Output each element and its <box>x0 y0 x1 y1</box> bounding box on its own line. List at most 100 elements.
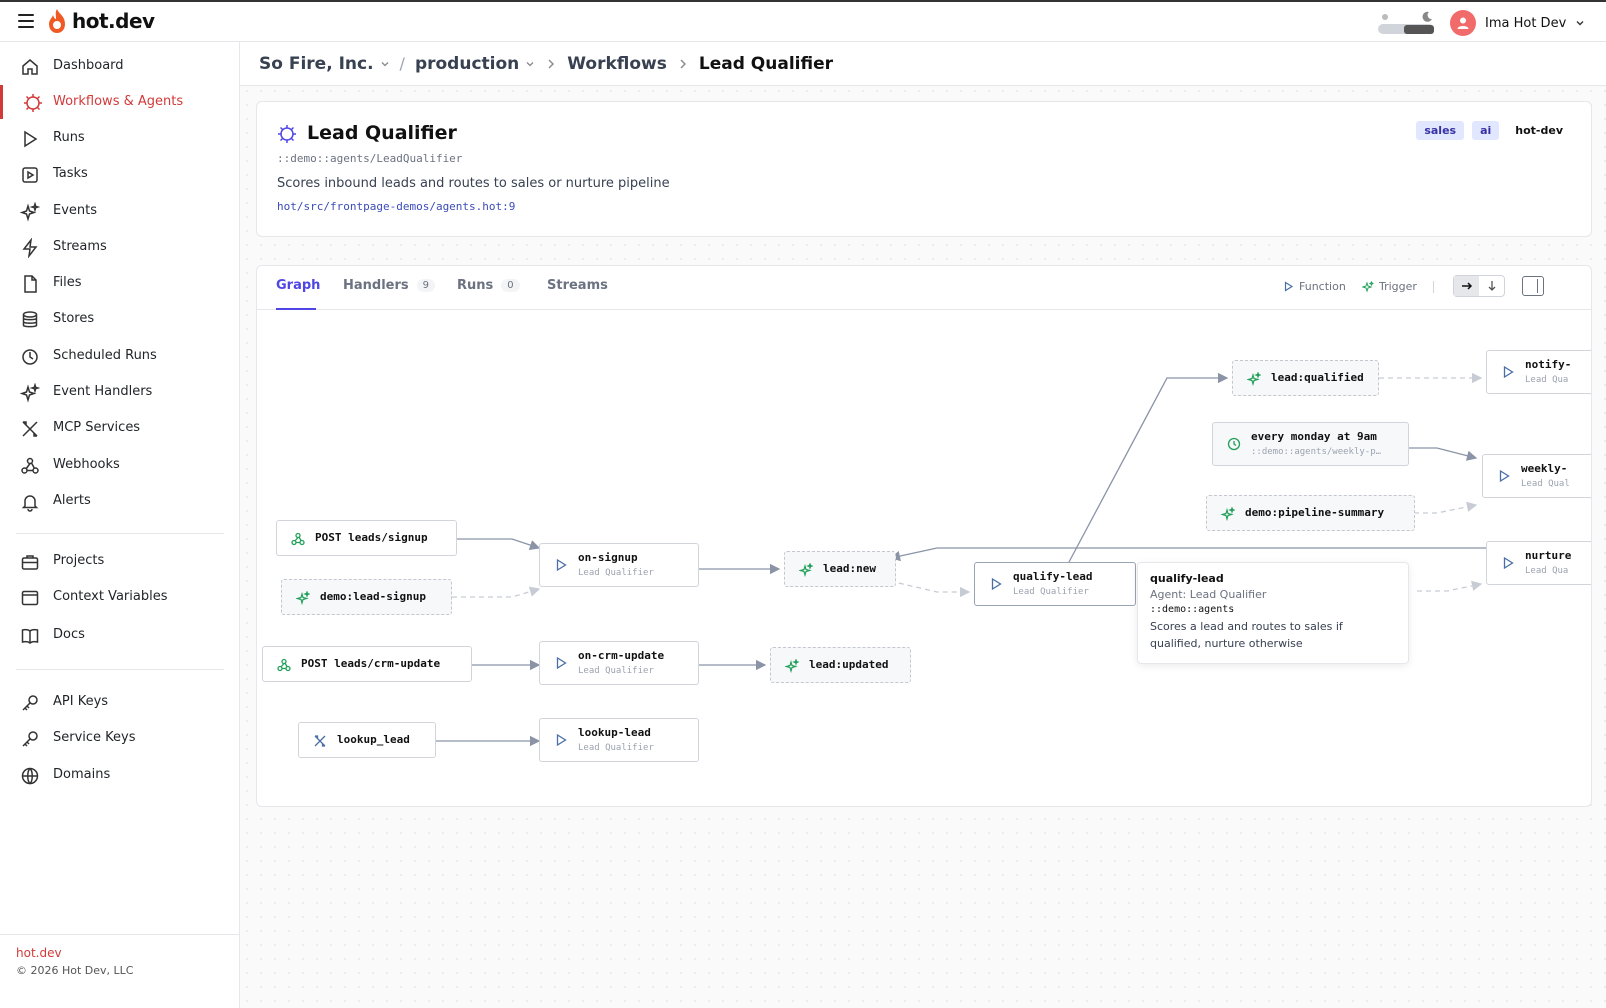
flame-icon <box>49 9 65 33</box>
play-icon <box>1503 556 1514 570</box>
webhook-icon <box>291 532 305 546</box>
tab-runs[interactable]: Runs 0 <box>457 278 520 293</box>
sidebar-item-event-handlers[interactable]: Event Handlers <box>0 375 239 409</box>
node-lead-updated[interactable]: lead:updated <box>770 647 911 683</box>
sidebar-item-api-keys[interactable]: API Keys <box>0 685 239 719</box>
tools-icon <box>20 419 40 439</box>
breadcrumb-env[interactable]: production <box>415 54 535 74</box>
sidebar-item-mcp-services[interactable]: MCP Services <box>0 411 239 445</box>
play-icon <box>1284 281 1294 292</box>
layout-vertical-button[interactable] <box>1479 276 1504 296</box>
node-label: POST leads/signup <box>315 531 428 544</box>
sidebar-item-webhooks[interactable]: Webhooks <box>0 448 239 482</box>
sidebar-item-domains[interactable]: Domains <box>0 758 239 792</box>
runs-count: 0 <box>501 279 520 292</box>
node-label: lookup_lead <box>337 733 410 746</box>
tooltip-agent: Agent: Lead Qualifier <box>1150 588 1267 601</box>
tab-label: Streams <box>547 278 608 293</box>
node-lookup-lead-tool[interactable]: lookup_lead <box>298 722 436 758</box>
sidebar-item-runs[interactable]: Runs <box>0 121 239 155</box>
main-content: So Fire, Inc. / production Workflows Lea… <box>240 42 1606 1008</box>
node-every-monday[interactable]: every monday at 9am ::demo::agents/weekl… <box>1212 422 1409 466</box>
play-icon <box>556 558 567 572</box>
node-nurture[interactable]: nurture Lead Qua <box>1486 541 1591 585</box>
node-lead-new[interactable]: lead:new <box>784 551 896 587</box>
layout-horizontal-button[interactable] <box>1454 276 1479 296</box>
tab-graph[interactable]: Graph <box>276 278 320 293</box>
graph-canvas[interactable]: POST leads/signup demo:lead-signup POST … <box>257 310 1591 806</box>
breadcrumb: So Fire, Inc. / production Workflows Lea… <box>240 42 1606 86</box>
tag-hot-dev[interactable]: hot-dev <box>1507 121 1571 140</box>
node-tooltip: qualify-lead Agent: Lead Qualifier ::dem… <box>1137 562 1409 664</box>
sparkle-icon <box>1221 507 1235 521</box>
node-pipeline-summary[interactable]: demo:pipeline-summary <box>1206 495 1415 531</box>
edge <box>1417 580 1483 592</box>
side-panel-toggle-icon[interactable] <box>1522 276 1544 296</box>
node-on-signup[interactable]: on-signup Lead Qualifier <box>539 543 699 587</box>
node-demo-lead-signup[interactable]: demo:lead-signup <box>281 579 452 615</box>
sparkle-icon <box>296 591 310 605</box>
node-lead-qualified[interactable]: lead:qualified <box>1232 360 1379 396</box>
sidebar-item-dashboard[interactable]: Dashboard <box>0 49 239 83</box>
node-label: lead:qualified <box>1271 371 1364 384</box>
source-link[interactable]: hot/src/frontpage-demos/agents.hot:9 <box>277 200 515 213</box>
sparkle-icon <box>1362 280 1374 293</box>
tag-ai[interactable]: ai <box>1472 121 1500 140</box>
sidebar-item-docs[interactable]: Docs <box>0 618 239 652</box>
breadcrumb-env-label: production <box>414 53 520 74</box>
legend-trigger: Trigger <box>1362 280 1417 293</box>
sidebar-item-streams[interactable]: Streams <box>0 230 239 264</box>
node-on-crm-update[interactable]: on-crm-update Lead Qualifier <box>539 641 699 685</box>
node-label: lead:updated <box>809 658 889 671</box>
sparkle-icon <box>20 202 40 222</box>
window-icon <box>20 588 40 608</box>
logo[interactable]: hot.dev <box>46 8 155 34</box>
play-icon <box>1499 469 1510 483</box>
user-menu[interactable]: Ima Hot Dev <box>1450 10 1585 36</box>
sparkle-icon <box>785 659 799 673</box>
top-bar: hot.dev Ima Hot Dev <box>0 0 1606 42</box>
tab-bar: Graph Handlers 9 Runs 0 Streams Function T… <box>257 266 1591 310</box>
node-sublabel: Lead Qualifier <box>578 743 654 753</box>
edge <box>457 538 541 551</box>
sparkle-icon <box>799 563 813 577</box>
node-weekly[interactable]: weekly- Lead Qual <box>1482 454 1591 498</box>
breadcrumb-workflows[interactable]: Workflows <box>567 54 667 74</box>
sidebar-item-label: Streams <box>53 239 107 254</box>
sidebar-item-tasks[interactable]: Tasks <box>0 157 239 191</box>
node-post-signup[interactable]: POST leads/signup <box>276 520 457 556</box>
breadcrumb-org-label: So Fire, Inc. <box>259 53 374 74</box>
sidebar-item-service-keys[interactable]: Service Keys <box>0 721 239 755</box>
database-icon <box>20 310 40 330</box>
sidebar-item-context-variables[interactable]: Context Variables <box>0 580 239 614</box>
sidebar-item-stores[interactable]: Stores <box>0 302 239 336</box>
footer-copyright: © 2026 Hot Dev, LLC <box>16 964 134 977</box>
breadcrumb-org[interactable]: So Fire, Inc. <box>259 54 390 74</box>
edge <box>1401 447 1478 461</box>
sidebar-item-label: MCP Services <box>53 420 141 435</box>
sidebar-item-projects[interactable]: Projects <box>0 544 239 578</box>
page-title: Lead Qualifier <box>307 122 457 144</box>
tab-label: Runs <box>457 278 494 293</box>
sidebar-item-events[interactable]: Events <box>0 194 239 228</box>
sidebar-item-alerts[interactable]: Alerts <box>0 484 239 518</box>
chevron-down-icon <box>1576 21 1584 26</box>
sidebar-item-workflows-agents[interactable]: Workflows & Agents <box>0 85 239 119</box>
menu-icon[interactable] <box>18 14 34 28</box>
tab-streams[interactable]: Streams <box>547 278 608 293</box>
sidebar-item-label: Stores <box>53 311 95 326</box>
sidebar-item-files[interactable]: Files <box>0 266 239 300</box>
node-qualify-lead[interactable]: qualify-lead Lead Qualifier <box>974 562 1136 606</box>
sidebar-item-label: Docs <box>53 627 85 642</box>
footer-link[interactable]: hot.dev <box>16 946 62 960</box>
theme-toggle[interactable] <box>1378 10 1436 38</box>
node-lookup-lead-fn[interactable]: lookup-lead Lead Qualifier <box>539 718 699 762</box>
tag-sales[interactable]: sales <box>1416 121 1465 140</box>
sidebar-item-scheduled-runs[interactable]: Scheduled Runs <box>0 339 239 373</box>
nav-divider <box>16 669 224 670</box>
node-post-crm-update[interactable]: POST leads/crm-update <box>262 646 472 682</box>
node-notify[interactable]: notify- Lead Qua <box>1486 350 1591 394</box>
sidebar-item-label: Dashboard <box>53 58 124 73</box>
tab-handlers[interactable]: Handlers 9 <box>343 278 436 293</box>
sidebar-item-label: Context Variables <box>53 589 168 604</box>
